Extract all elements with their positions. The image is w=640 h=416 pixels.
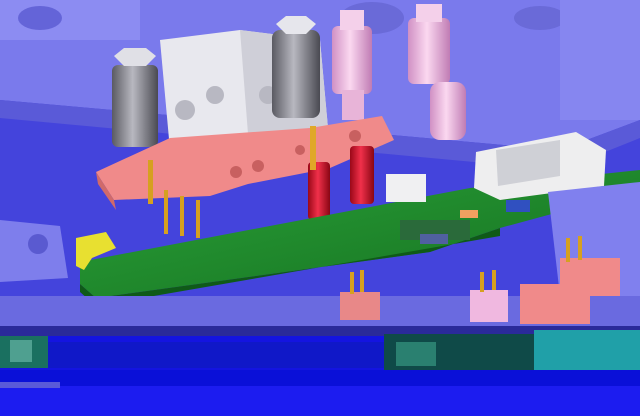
plate-hole-right <box>514 6 566 30</box>
carrier-hole-3 <box>295 145 305 155</box>
pink-probe-1-shaft <box>342 90 364 120</box>
gold-pin-b <box>164 190 168 234</box>
gold-pin-a <box>148 160 153 204</box>
mount-hole-1 <box>175 100 195 120</box>
glitch-strip-3 <box>0 370 640 386</box>
lower-pink-block-left <box>340 292 380 320</box>
red-pin-2 <box>350 146 374 204</box>
gold-pin-c <box>180 196 184 236</box>
pink-probe-1 <box>332 26 372 94</box>
carrier-hole-1 <box>230 166 242 178</box>
pink-probe-2-cap <box>416 4 442 22</box>
lower-pink-probe <box>470 290 508 322</box>
glitch-strip-2 <box>48 342 408 368</box>
gray-cylinder-left <box>112 65 158 147</box>
right-gold-pin-1 <box>566 238 570 262</box>
carrier-hole-4 <box>349 130 361 142</box>
lower-left-hole <box>28 234 48 254</box>
pink-probe-2 <box>408 18 450 84</box>
pink-probe-1-cap <box>340 10 364 30</box>
glitch-block-far-right <box>534 330 640 374</box>
gold-pin-d <box>196 200 200 238</box>
red-pin-1 <box>308 162 330 220</box>
pcb-component-orange <box>460 210 478 218</box>
pcb-component-blue <box>506 200 530 212</box>
pink-probe-2-shaft <box>430 82 466 140</box>
glitch-block-left-inner <box>10 340 32 362</box>
gold-pin-e <box>310 126 316 170</box>
lower-pink-block-right <box>520 284 590 324</box>
gray-cylinder-right <box>272 30 320 118</box>
lower-gold-pin-1 <box>350 272 354 294</box>
pcb-chip <box>420 234 448 244</box>
cad-render-scene <box>0 0 640 416</box>
carrier-hole-2 <box>252 160 264 172</box>
plate-hole-left <box>18 6 62 30</box>
lower-gold-pin-4 <box>492 270 496 290</box>
small-white-block <box>386 174 426 202</box>
right-gold-pin-2 <box>578 236 582 260</box>
lower-gold-pin-3 <box>480 272 484 292</box>
cad-render-svg <box>0 0 640 416</box>
glitch-strip-4 <box>0 386 640 416</box>
mount-hole-2 <box>206 86 224 104</box>
lower-gold-pin-2 <box>360 270 364 292</box>
glitch-block-right-inner <box>396 342 436 366</box>
glitch-strip-5 <box>0 382 60 388</box>
right-pillar <box>560 0 640 120</box>
